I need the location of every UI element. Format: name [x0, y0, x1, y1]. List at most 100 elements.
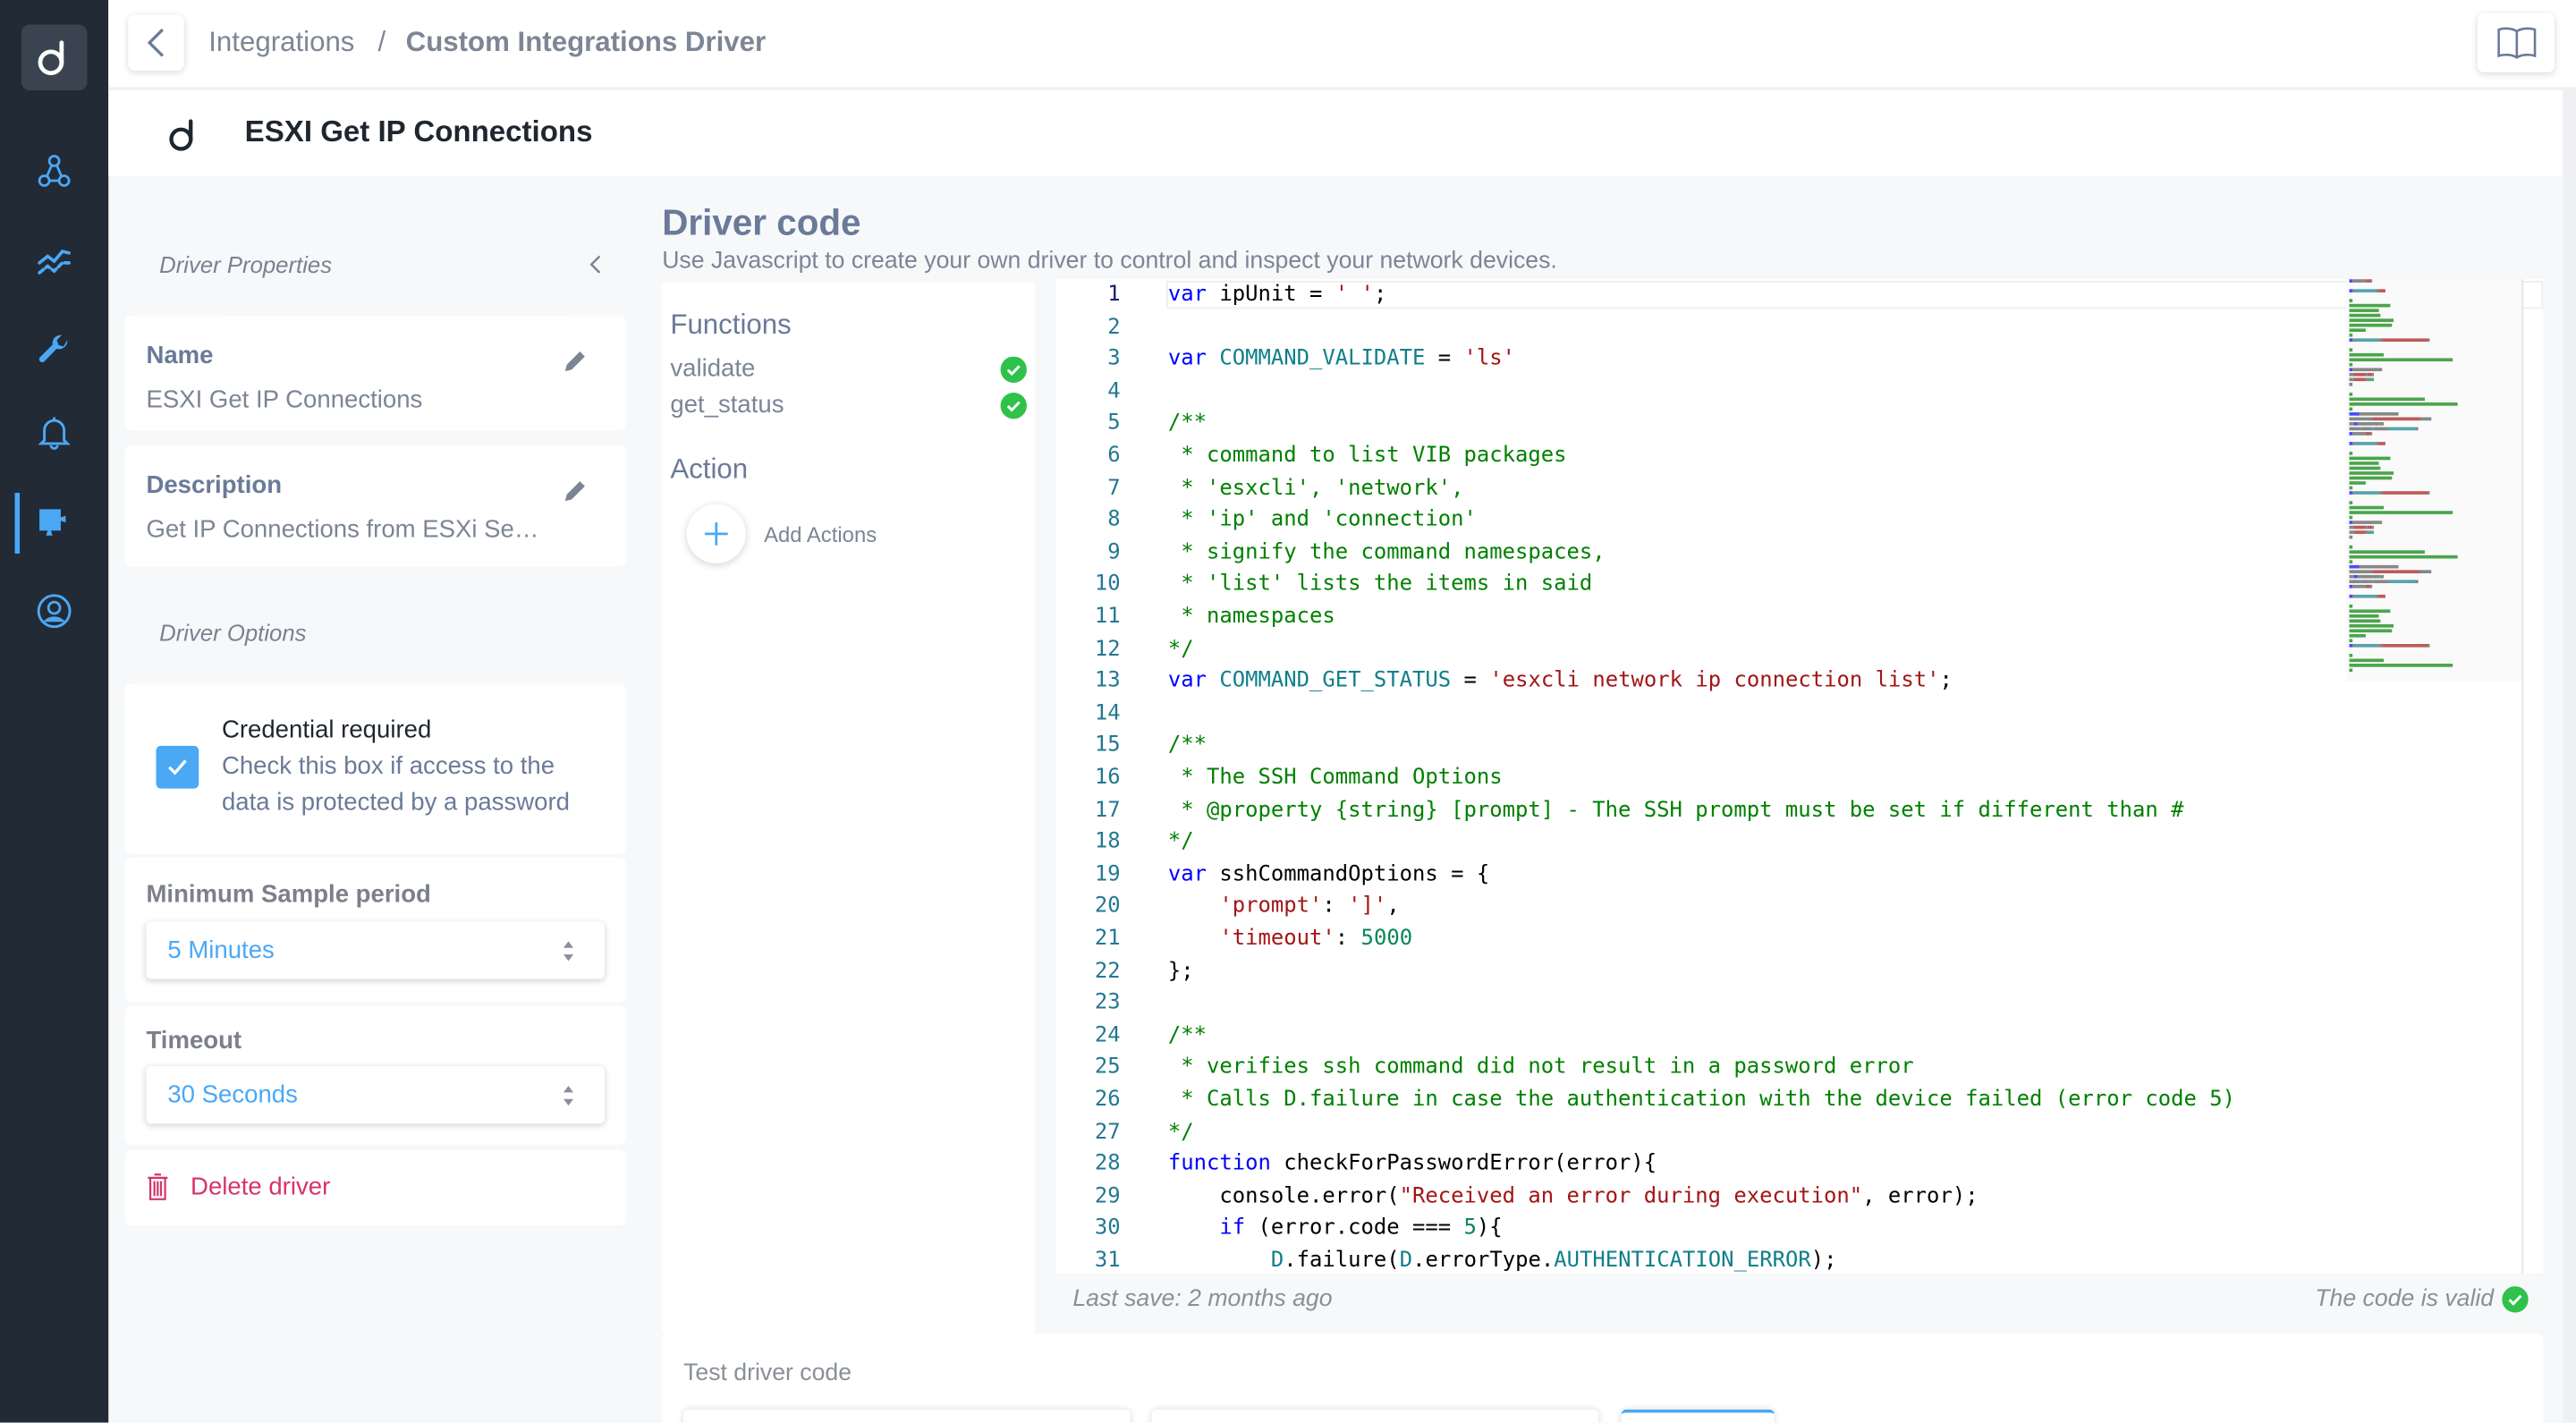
breadcrumb-integrations[interactable]: Integrations — [208, 26, 354, 59]
minimap-line — [2354, 594, 2376, 597]
code-line: 31 D.failure(D.errorType.AUTHENTICATION_… — [1056, 1245, 2543, 1274]
timeout-select[interactable]: 30 Seconds — [146, 1066, 605, 1124]
credential-checkbox[interactable] — [156, 745, 199, 789]
back-button[interactable] — [128, 14, 184, 71]
code-token: (error.code === — [1245, 1215, 1464, 1241]
add-actions-label: Add Actions — [764, 521, 877, 546]
minimap-line — [2354, 491, 2378, 494]
check-circle-icon — [2502, 1286, 2529, 1313]
test-input-field[interactable] — [1151, 1409, 1599, 1423]
line-number: 1 — [1107, 282, 1121, 308]
sidebar-item-integrations[interactable] — [33, 501, 76, 544]
delete-driver-button[interactable]: Delete driver — [146, 1173, 330, 1201]
code-token: .failure( — [1284, 1248, 1400, 1274]
minimap-line — [2349, 348, 2353, 352]
function-name: validate — [670, 354, 756, 383]
code-token: = — [1451, 668, 1490, 694]
code-text: * The SSH Command Options — [1168, 762, 1502, 794]
test-run-button[interactable] — [1621, 1409, 1775, 1423]
minimap-line — [2369, 584, 2372, 588]
minimap-line — [2349, 505, 2384, 509]
add-actions-button[interactable]: Add Actions — [686, 504, 877, 563]
minimap-line — [2349, 564, 2360, 568]
minimap-line — [2354, 289, 2376, 292]
code-token: */ — [1167, 636, 1194, 662]
minimap-line — [2354, 525, 2366, 529]
code-line: 19 var sshCommandOptions = { — [1056, 859, 2543, 891]
timeout-label: Timeout — [146, 1026, 242, 1055]
breadcrumb-current: Custom Integrations Driver — [405, 26, 767, 58]
sample-period-select[interactable]: 5 Minutes — [146, 921, 605, 979]
minimap-line — [2349, 309, 2380, 312]
minimap-line — [2349, 471, 2394, 474]
code-text: * 'list' lists the items in said — [1168, 569, 1592, 601]
line-number: 12 — [1094, 636, 1121, 662]
test-input-field[interactable] — [683, 1409, 1131, 1423]
minimap-line — [2349, 402, 2459, 405]
code-token: AUTHENTICATION_ERROR — [1554, 1248, 1811, 1274]
edit-name-button[interactable] — [562, 348, 588, 383]
line-number: 8 — [1107, 507, 1121, 533]
sidebar-item-analytics[interactable] — [33, 240, 76, 283]
chevron-left-icon — [589, 255, 601, 274]
code-token: : — [1335, 926, 1361, 952]
line-number: 14 — [1094, 700, 1121, 726]
minimap-line — [2379, 442, 2385, 445]
minimap-line — [2379, 594, 2385, 597]
code-token: , error); — [1862, 1183, 1979, 1209]
code-text: /** — [1168, 1020, 1207, 1052]
line-number: 6 — [1107, 443, 1121, 469]
book-icon — [2496, 27, 2536, 59]
code-token: D — [1399, 1248, 1413, 1274]
minimap-line — [2374, 427, 2389, 430]
code-line: 1 var ipUnit = ' '; — [1056, 279, 2543, 311]
code-token: ); — [1810, 1248, 1837, 1274]
code-line: 21 'timeout': 5000 — [1056, 923, 2543, 955]
code-editor[interactable]: 1 var ipUnit = ' '; 2 3 var COMMAND_VALIDATE… — [1055, 279, 2544, 1274]
sidebar-item-account[interactable] — [33, 589, 76, 632]
code-token: */ — [1167, 1119, 1194, 1145]
code-token: * 'ip' and 'connection' — [1167, 507, 1477, 533]
code-token: * @property {string} [prompt] - The SSH … — [1167, 797, 2184, 823]
code-line: 7 * 'esxcli', 'network', — [1056, 472, 2543, 504]
minimap-line — [2382, 491, 2428, 494]
minimap-line — [2382, 338, 2428, 342]
code-token: * signify the command namespaces, — [1167, 539, 1606, 565]
code-text: var ipUnit = ' '; — [1168, 279, 1386, 311]
minimap-line — [2360, 412, 2400, 415]
code-minimap[interactable] — [2345, 279, 2522, 682]
minimap-line — [2354, 377, 2367, 381]
line-number: 30 — [1094, 1215, 1121, 1241]
function-item-validate[interactable]: validate — [670, 355, 1027, 388]
edit-description-button[interactable] — [562, 478, 588, 512]
sidebar-item-tools[interactable] — [33, 328, 76, 371]
sidebar-item-alerts[interactable] — [33, 411, 76, 453]
collapse-properties-button[interactable] — [587, 251, 603, 286]
code-line: 2 — [1056, 311, 2543, 343]
page-scrollbar[interactable] — [2563, 90, 2576, 1423]
minimap-line — [2349, 303, 2391, 307]
code-line: 30 if (error.code === 5){ — [1056, 1213, 2543, 1245]
code-line: 12 */ — [1056, 633, 2543, 665]
user-circle-icon — [37, 594, 72, 629]
minimap-line — [2371, 525, 2373, 529]
code-line: 9 * signify the command namespaces, — [1056, 537, 2543, 569]
sidebar-item-topology[interactable] — [33, 149, 76, 192]
minimap-line — [2349, 515, 2352, 519]
code-token: ']' — [1348, 894, 1387, 919]
minimap-line — [2369, 279, 2372, 282]
minimap-line — [2349, 545, 2353, 548]
minimap-line — [2374, 580, 2389, 583]
documentation-button[interactable] — [2477, 13, 2555, 72]
code-token: checkForPasswordError(error){ — [1270, 1151, 1657, 1177]
code-token: * namespaces — [1167, 604, 1335, 630]
app-logo[interactable] — [21, 24, 88, 91]
function-item-get-status[interactable]: get_status — [670, 391, 1027, 424]
code-text: * namespaces — [1168, 601, 1335, 633]
code-line: 3 var COMMAND_VALIDATE = 'ls' — [1056, 343, 2543, 376]
minimap-line — [2349, 397, 2426, 401]
